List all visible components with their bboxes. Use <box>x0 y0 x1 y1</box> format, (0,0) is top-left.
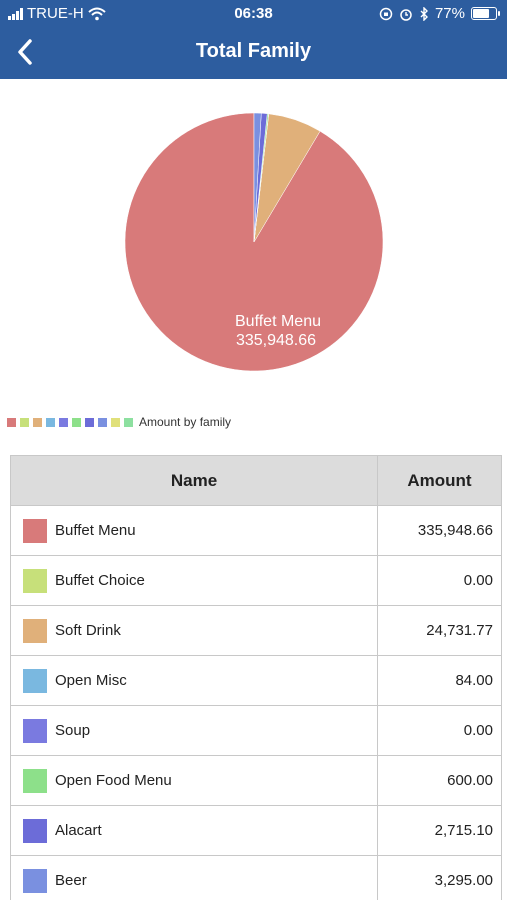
table-row[interactable]: Open Misc 84.00 <box>11 656 501 706</box>
color-swatch <box>23 618 47 643</box>
family-name: Buffet Menu <box>55 522 136 539</box>
name-cell: Soup <box>11 706 378 755</box>
family-name: Beer <box>55 872 87 889</box>
app-header: TRUE-H 06:38 77% Total Family <box>0 0 507 79</box>
family-name: Open Food Menu <box>55 772 172 789</box>
table-row[interactable]: Alacart 2,715.10 <box>11 806 501 856</box>
slice-label-value: 335,948.66 <box>236 332 316 349</box>
alarm-icon <box>400 8 412 21</box>
legend-swatch <box>124 417 133 427</box>
amount-cell: 84.00 <box>455 672 493 689</box>
chart-legend: Amount by family <box>7 414 231 430</box>
column-header-name: Name <box>11 456 378 505</box>
family-name: Soup <box>55 722 91 739</box>
slice-label-name: Buffet Menu <box>235 313 321 330</box>
color-swatch <box>23 818 47 843</box>
amount-cell: 0.00 <box>463 572 493 589</box>
amount-cell: 2,715.10 <box>434 822 493 839</box>
name-cell: Buffet Choice <box>11 556 378 605</box>
family-table: Name Amount Buffet Menu 335,948.66 Buffet … <box>10 455 502 900</box>
legend-label: Amount by family <box>139 415 232 429</box>
table-row[interactable]: Buffet Menu 335,948.66 <box>11 506 501 556</box>
pie-chart: Buffet Menu 335,948.66 <box>124 112 384 372</box>
table-row[interactable]: Soft Drink 24,731.77 <box>11 606 501 656</box>
amount-cell: 335,948.66 <box>417 522 493 539</box>
family-name: Alacart <box>55 822 102 839</box>
table-row[interactable]: Soup 0.00 <box>11 706 501 756</box>
bluetooth-icon <box>420 6 428 21</box>
orientation-lock-icon <box>379 7 393 20</box>
name-cell: Open Food Menu <box>11 756 378 805</box>
name-cell: Soft Drink <box>11 606 378 655</box>
page-title: Total Family <box>195 40 312 62</box>
name-cell: Alacart <box>11 806 378 855</box>
legend-swatch <box>72 417 81 427</box>
legend-swatch <box>20 417 29 427</box>
table-header: Name Amount <box>11 456 501 506</box>
name-cell: Beer <box>11 856 378 900</box>
legend-swatch <box>111 417 120 427</box>
amount-cell: 3,295.00 <box>434 872 493 889</box>
color-swatch <box>23 668 47 693</box>
battery-percent: 77% <box>434 5 465 22</box>
table-row[interactable]: Beer 3,295.00 <box>11 856 501 900</box>
color-swatch <box>23 868 47 893</box>
legend-swatch <box>59 417 68 427</box>
color-swatch <box>23 568 47 593</box>
color-swatch <box>23 718 47 743</box>
name-cell: Open Misc <box>11 656 378 705</box>
family-name: Soft Drink <box>55 622 121 639</box>
legend-swatch <box>46 417 55 427</box>
legend-swatch <box>7 417 16 427</box>
amount-cell: 24,731.77 <box>426 622 493 639</box>
table-row[interactable]: Buffet Choice 0.00 <box>11 556 501 606</box>
table-row[interactable]: Open Food Menu 600.00 <box>11 756 501 806</box>
family-name: Buffet Choice <box>55 572 145 589</box>
legend-swatch <box>98 417 107 427</box>
legend-swatch <box>33 417 42 427</box>
battery-icon <box>471 7 500 20</box>
color-swatch <box>23 768 47 793</box>
status-right: 77% <box>379 5 500 22</box>
color-swatch <box>23 518 47 543</box>
amount-cell: 600.00 <box>447 772 493 789</box>
status-bar: TRUE-H 06:38 77% <box>0 0 507 28</box>
family-name: Open Misc <box>55 672 127 689</box>
amount-cell: 0.00 <box>463 722 493 739</box>
column-header-amount: Amount <box>407 470 472 490</box>
name-cell: Buffet Menu <box>11 506 378 555</box>
legend-swatch <box>85 417 94 427</box>
navigation-bar: Total Family <box>0 28 507 79</box>
